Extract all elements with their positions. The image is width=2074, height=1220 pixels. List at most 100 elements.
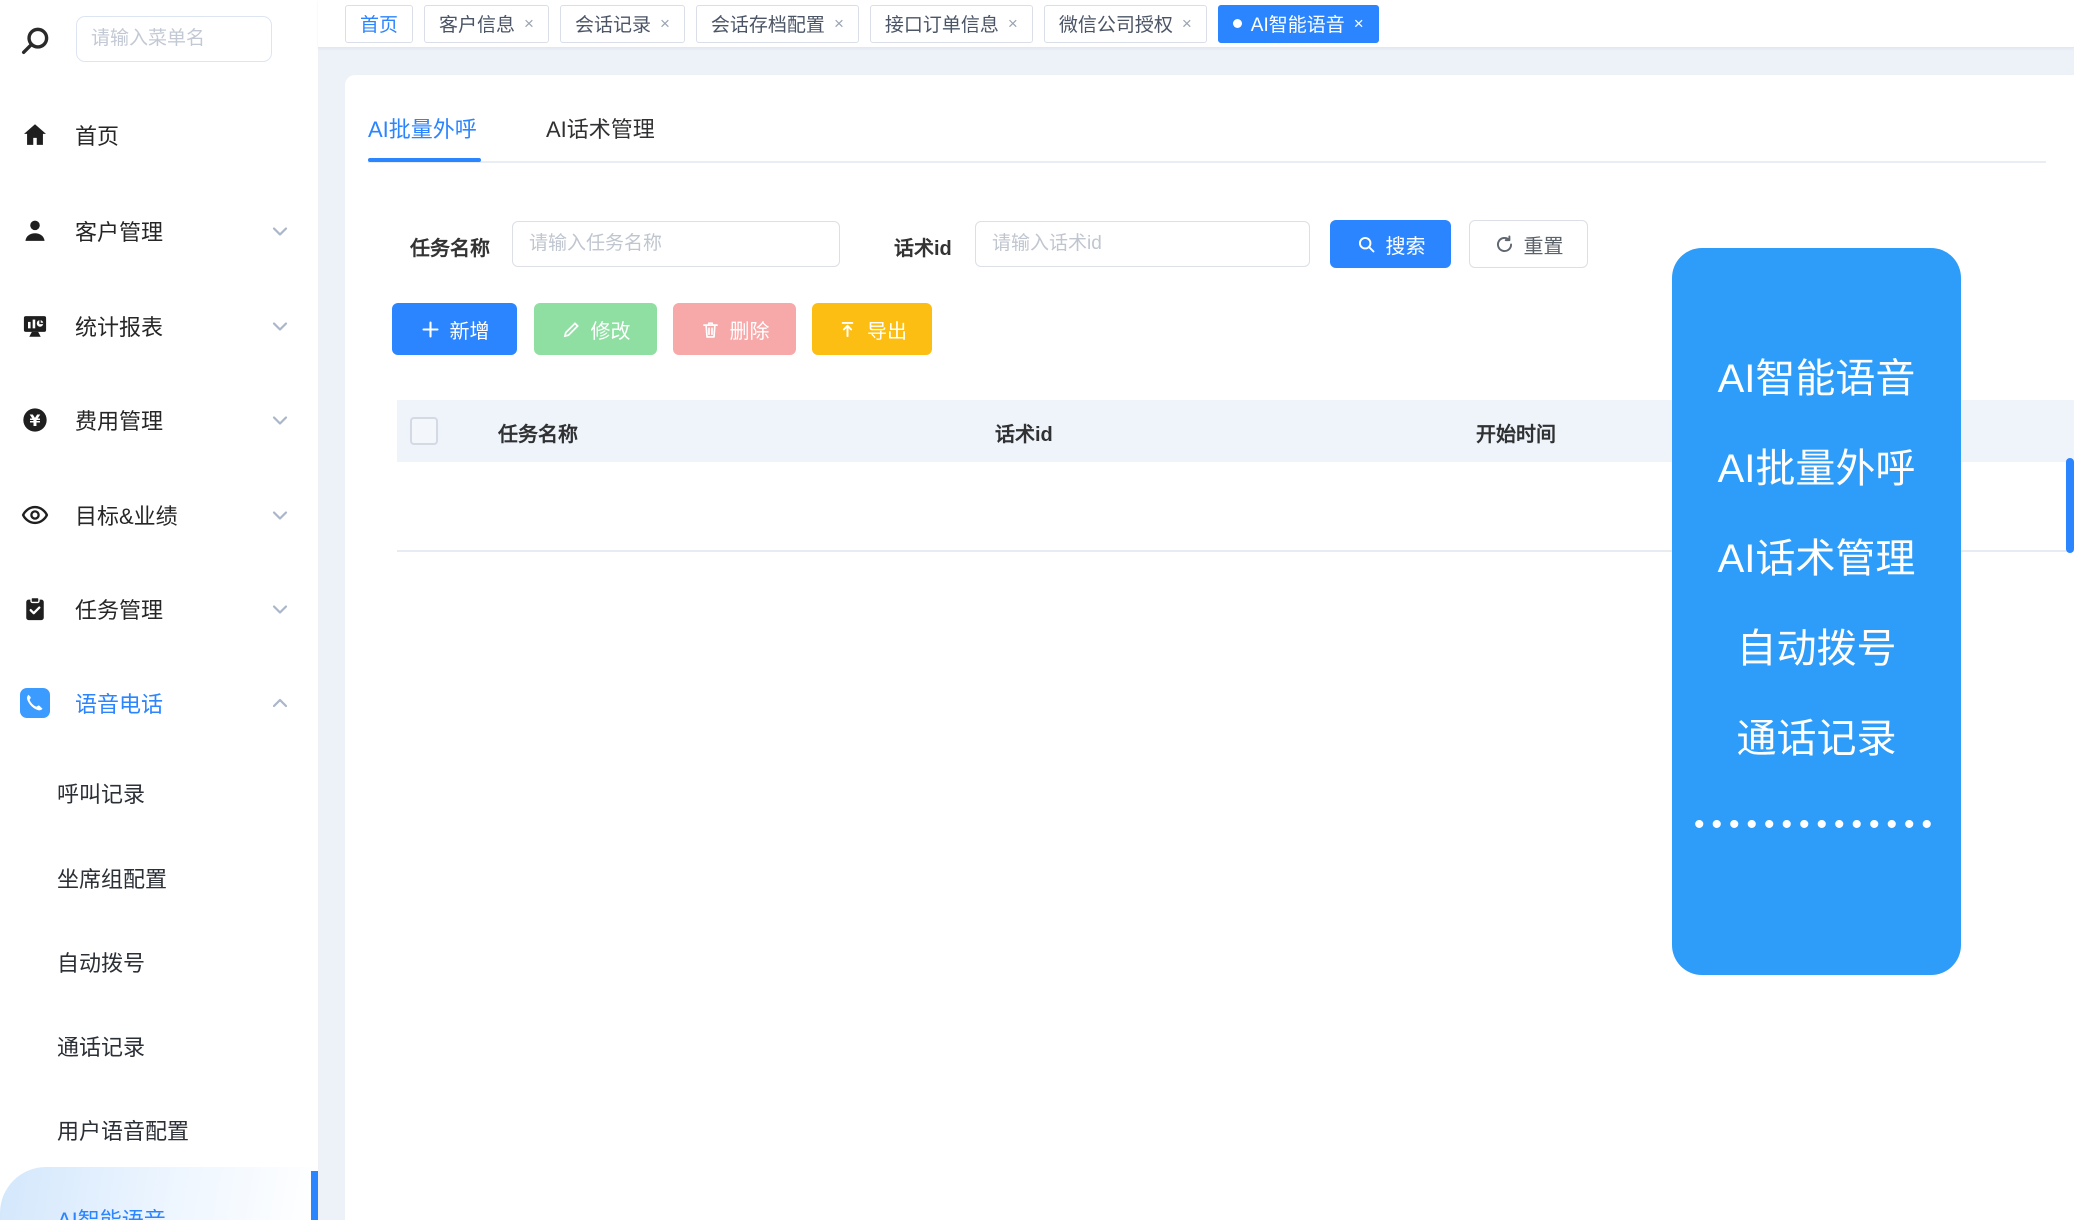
sidebar-item-label: 首页	[75, 119, 119, 151]
select-all-checkbox[interactable]	[410, 417, 438, 445]
subitem-label: AI智能语音	[57, 1203, 166, 1220]
user-icon	[20, 216, 50, 246]
app-window: 首页 客户管理 统计报表 ¥ 费用管理 目标&业绩 任务管理	[0, 0, 2074, 1220]
refresh-icon	[1494, 234, 1515, 255]
close-icon[interactable]: ×	[524, 15, 534, 32]
chevron-up-icon	[268, 691, 292, 715]
export-button[interactable]: 导出	[812, 303, 932, 355]
close-icon[interactable]: ×	[1182, 15, 1192, 32]
wtab-home[interactable]: 首页	[345, 5, 413, 43]
sidebar-item-customer-mgmt[interactable]: 客户管理	[0, 203, 318, 259]
menu-search-input[interactable]	[76, 16, 272, 62]
add-button-label: 新增	[450, 315, 490, 344]
subitem-label: 用户语音配置	[57, 1114, 189, 1146]
subitem-label: 坐席组配置	[57, 862, 167, 894]
wtab-label: 会话存档配置	[711, 10, 825, 37]
home-icon	[20, 120, 50, 150]
ellipsis-dots: ••••••••••••••	[1694, 810, 1939, 840]
sidebar-item-fee-mgmt[interactable]: ¥ 费用管理	[0, 392, 318, 448]
sidebar-subitem-ai-voice[interactable]: AI智能语音	[0, 1167, 318, 1220]
menu-search-icon[interactable]	[18, 24, 52, 58]
close-icon[interactable]: ×	[660, 15, 670, 32]
sidebar-item-stat-report[interactable]: 统计报表	[0, 298, 318, 354]
sidebar-subitem-call-log[interactable]: 呼叫记录	[0, 769, 318, 817]
panel-item-ai-batch-call[interactable]: AI批量外呼	[1718, 420, 1916, 510]
active-indicator-bar	[311, 1171, 318, 1220]
close-icon[interactable]: ×	[1354, 15, 1364, 32]
wtab-label: 客户信息	[439, 10, 515, 37]
tab-ai-batch-call[interactable]: AI批量外呼	[368, 112, 477, 144]
active-tab-underline	[368, 158, 481, 162]
eye-icon	[20, 500, 50, 530]
chevron-down-icon	[268, 219, 292, 243]
export-up-arrow-icon	[837, 319, 858, 340]
col-script-id: 话术id	[995, 418, 1053, 447]
trash-icon	[700, 319, 721, 340]
wtab-label: 首页	[360, 10, 398, 37]
subitem-label: 通话记录	[57, 1030, 145, 1062]
ai-voice-menu-panel: AI智能语音 AI批量外呼 AI话术管理 自动拨号 通话记录 •••••••••…	[1672, 248, 1961, 975]
export-button-label: 导出	[867, 315, 907, 344]
chevron-down-icon	[268, 408, 292, 432]
sidebar-subitem-auto-dial[interactable]: 自动拨号	[0, 938, 318, 986]
wtab-wechat-auth[interactable]: 微信公司授权 ×	[1044, 5, 1207, 43]
wtab-label: 微信公司授权	[1059, 10, 1173, 37]
sidebar-item-label: 费用管理	[75, 404, 163, 436]
sidebar-item-label: 语音电话	[75, 687, 163, 719]
reset-button-label: 重置	[1524, 230, 1564, 259]
add-button[interactable]: 新增	[392, 303, 517, 355]
sidebar-item-task-mgmt[interactable]: 任务管理	[0, 581, 318, 637]
sidebar-item-label: 任务管理	[75, 593, 163, 625]
close-icon[interactable]: ×	[1008, 15, 1018, 32]
window-tabbar: 首页 客户信息 × 会话记录× 会话存档配置 × 接口订单信息× 微信公司授权 × A…	[318, 0, 2074, 48]
phone-icon	[20, 688, 50, 718]
search-icon	[1356, 234, 1377, 255]
subitem-label: 呼叫记录	[57, 777, 145, 809]
col-task-name: 任务名称	[498, 418, 578, 447]
sidebar-subitem-user-voice-config[interactable]: 用户语音配置	[0, 1106, 318, 1154]
wtab-customer-info[interactable]: 客户信息 ×	[424, 5, 549, 43]
task-name-input[interactable]	[512, 221, 840, 267]
tab-ai-script-mgmt[interactable]: AI话术管理	[546, 112, 655, 144]
wtab-session-log[interactable]: 会话记录×	[560, 5, 685, 43]
sidebar-subitem-agent-group[interactable]: 坐席组配置	[0, 854, 318, 902]
close-icon[interactable]: ×	[834, 15, 844, 32]
svg-text:¥: ¥	[30, 411, 41, 430]
wtab-session-archive-config[interactable]: 会话存档配置 ×	[696, 5, 859, 43]
scrollbar-thumb[interactable]	[2066, 458, 2074, 553]
edit-button[interactable]: 修改	[534, 303, 657, 355]
report-chart-icon	[20, 311, 50, 341]
chevron-down-icon	[268, 314, 292, 338]
reset-button[interactable]: 重置	[1469, 220, 1588, 268]
sidebar-item-goals[interactable]: 目标&业绩	[0, 487, 318, 543]
sidebar-item-voice-phone[interactable]: 语音电话	[0, 675, 318, 731]
sidebar-item-label: 目标&业绩	[75, 499, 178, 531]
script-id-input[interactable]	[975, 221, 1310, 267]
task-name-label: 任务名称	[410, 232, 490, 261]
panel-item-auto-dial[interactable]: 自动拨号	[1737, 600, 1897, 690]
clipboard-task-icon	[20, 594, 50, 624]
sidebar-item-label: 客户管理	[75, 215, 163, 247]
tabs-divider	[368, 161, 2046, 163]
panel-item-call-record[interactable]: 通话记录	[1737, 690, 1897, 780]
wtab-ai-voice[interactable]: AI智能语音 ×	[1218, 5, 1379, 43]
panel-item-ai-script-mgmt[interactable]: AI话术管理	[1718, 510, 1916, 600]
pencil-icon	[561, 319, 582, 340]
search-button[interactable]: 搜索	[1330, 220, 1451, 268]
chevron-down-icon	[268, 503, 292, 527]
panel-item-ai-voice[interactable]: AI智能语音	[1718, 330, 1916, 420]
sidebar-item-home[interactable]: 首页	[0, 107, 318, 163]
col-start-time: 开始时间	[1476, 418, 1556, 447]
chevron-down-icon	[268, 597, 292, 621]
plus-icon	[420, 319, 441, 340]
active-dot-icon	[1233, 19, 1242, 28]
sidebar-subitem-call-record[interactable]: 通话记录	[0, 1022, 318, 1070]
sidebar-item-label: 统计报表	[75, 310, 163, 342]
search-button-label: 搜索	[1386, 230, 1426, 259]
delete-button[interactable]: 删除	[673, 303, 796, 355]
script-id-label: 话术id	[894, 232, 952, 261]
sidebar: 首页 客户管理 统计报表 ¥ 费用管理 目标&业绩 任务管理	[0, 0, 319, 1220]
wtab-api-order-info[interactable]: 接口订单信息×	[870, 5, 1033, 43]
edit-button-label: 修改	[591, 315, 631, 344]
wtab-label: AI智能语音	[1251, 10, 1345, 37]
